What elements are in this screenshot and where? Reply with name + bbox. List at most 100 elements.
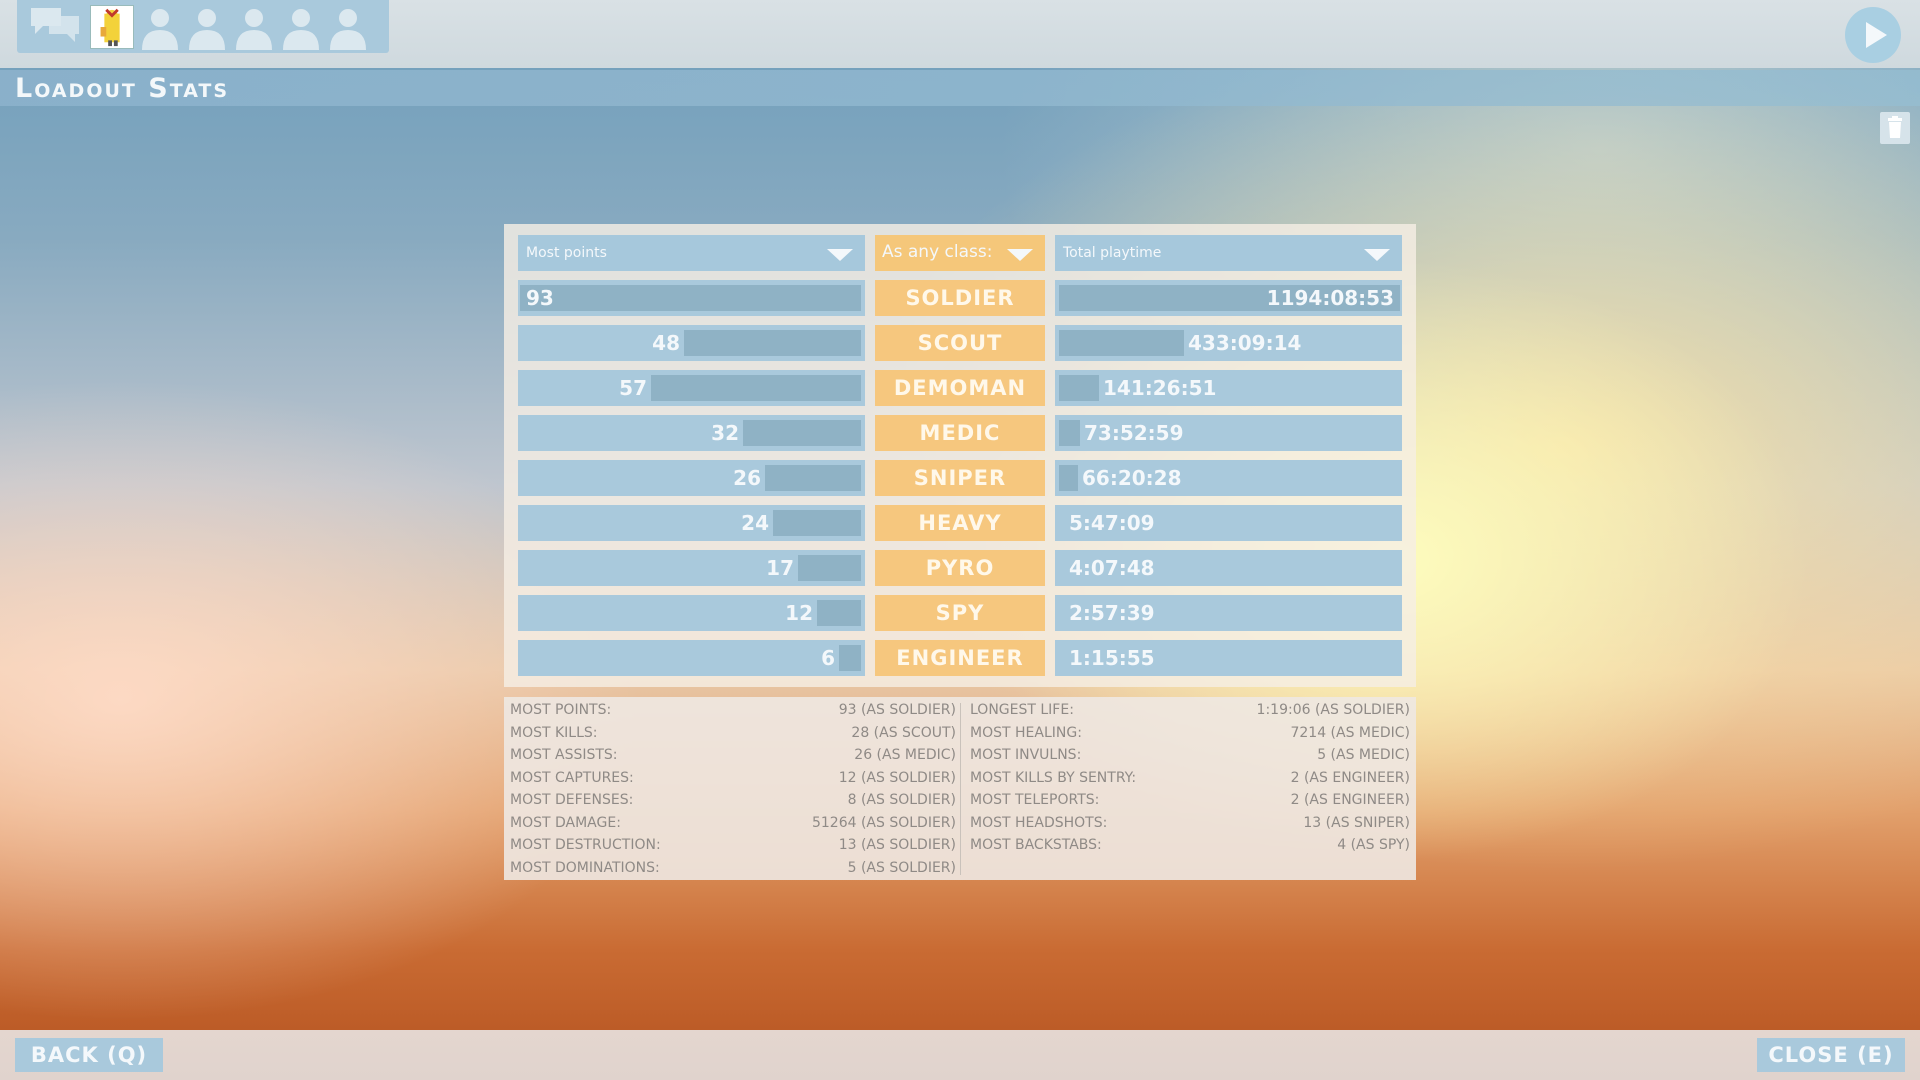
class-label[interactable]: SNIPER bbox=[875, 460, 1045, 496]
playtime-value: 433:09:14 bbox=[1188, 331, 1302, 355]
record-row: MOST BACKSTABS: 4 (AS SPY) bbox=[970, 835, 1410, 855]
chevron-down-icon bbox=[827, 249, 853, 261]
empty-party-slot-icon[interactable] bbox=[234, 4, 274, 50]
play-button[interactable] bbox=[1845, 7, 1901, 63]
record-row: MOST DOMINATIONS: 5 (AS SOLDIER) bbox=[510, 858, 956, 878]
record-label: MOST POINTS: bbox=[510, 702, 612, 718]
empty-party-slot-icon[interactable] bbox=[140, 4, 180, 50]
empty-party-slot-icon[interactable] bbox=[328, 4, 368, 50]
class-label[interactable]: SOLDIER bbox=[875, 280, 1045, 316]
record-label: MOST INVULNS: bbox=[970, 747, 1082, 763]
record-value: 13 (AS SNIPER) bbox=[1303, 814, 1410, 831]
playtime-value: 4:07:48 bbox=[1069, 556, 1155, 580]
points-row: 17 bbox=[518, 550, 865, 586]
playtime-value: 73:52:59 bbox=[1084, 421, 1184, 445]
record-label: MOST DOMINATIONS: bbox=[510, 859, 660, 876]
playtime-bar bbox=[1059, 330, 1184, 356]
points-row: 26 bbox=[518, 460, 865, 496]
points-bar bbox=[817, 600, 861, 626]
chat-icon[interactable] bbox=[29, 4, 81, 48]
record-label: MOST DAMAGE: bbox=[510, 814, 621, 831]
class-label[interactable]: PYRO bbox=[875, 550, 1045, 586]
chevron-down-icon bbox=[1007, 249, 1033, 261]
record-label: MOST BACKSTABS: bbox=[970, 837, 1102, 853]
record-value: 4 (AS SPY) bbox=[1337, 837, 1410, 853]
playtime-row: 2:57:39 bbox=[1055, 595, 1402, 631]
class-filter-label: As any class: bbox=[882, 242, 993, 262]
points-value: 32 bbox=[711, 421, 739, 445]
record-row: MOST POINTS: 93 (AS SOLDIER) bbox=[510, 700, 956, 720]
reset-stats-button[interactable] bbox=[1880, 112, 1910, 144]
loadout-stats-panel: Most points As any class: Total playtime… bbox=[504, 224, 1416, 687]
class-label[interactable]: ENGINEER bbox=[875, 640, 1045, 676]
record-label: MOST KILLS: bbox=[510, 724, 598, 741]
points-bar bbox=[743, 420, 861, 446]
empty-party-slot-icon[interactable] bbox=[281, 4, 321, 50]
points-bar bbox=[839, 645, 861, 671]
class-label[interactable]: SCOUT bbox=[875, 325, 1045, 361]
record-label: MOST TELEPORTS: bbox=[970, 792, 1100, 808]
record-label: MOST CAPTURES: bbox=[510, 769, 634, 786]
record-row: MOST KILLS: 28 (AS SCOUT) bbox=[510, 723, 956, 743]
playtime-bar bbox=[1059, 465, 1078, 491]
playtime-value: 66:20:28 bbox=[1082, 466, 1182, 490]
class-filter-dropdown[interactable]: As any class: bbox=[875, 235, 1045, 271]
empty-party-slot-icon[interactable] bbox=[187, 4, 227, 50]
top-bar bbox=[0, 0, 1920, 68]
trash-icon bbox=[1888, 116, 1902, 138]
record-row: MOST ASSISTS: 26 (AS MEDIC) bbox=[510, 745, 956, 765]
points-bar bbox=[651, 375, 861, 401]
record-value: 5 (AS MEDIC) bbox=[1317, 747, 1410, 763]
record-value: 5 (AS SOLDIER) bbox=[847, 859, 956, 876]
record-value: 26 (AS MEDIC) bbox=[854, 747, 956, 763]
record-value: 2 (AS ENGINEER) bbox=[1290, 792, 1410, 808]
record-row: MOST INVULNS: 5 (AS MEDIC) bbox=[970, 745, 1410, 765]
points-value: 93 bbox=[526, 286, 554, 310]
points-value: 17 bbox=[766, 556, 794, 580]
record-value: 7214 (AS MEDIC) bbox=[1290, 724, 1410, 741]
playtime-row: 5:47:09 bbox=[1055, 505, 1402, 541]
playtime-row: 1194:08:53 bbox=[1055, 280, 1402, 316]
back-button[interactable]: BACK (Q) bbox=[15, 1038, 163, 1072]
left-metric-label: Most points bbox=[526, 245, 607, 261]
class-label[interactable]: SPY bbox=[875, 595, 1045, 631]
right-metric-dropdown[interactable]: Total playtime bbox=[1055, 235, 1402, 271]
record-label: MOST DESTRUCTION: bbox=[510, 837, 661, 853]
record-value: 12 (AS SOLDIER) bbox=[838, 769, 956, 786]
records-divider bbox=[960, 703, 961, 875]
class-label[interactable]: HEAVY bbox=[875, 505, 1045, 541]
class-label[interactable]: MEDIC bbox=[875, 415, 1045, 451]
playtime-row: 141:26:51 bbox=[1055, 370, 1402, 406]
points-value: 24 bbox=[741, 511, 769, 535]
points-bar bbox=[798, 555, 861, 581]
points-value: 48 bbox=[652, 331, 680, 355]
right-metric-label: Total playtime bbox=[1063, 245, 1162, 261]
record-row: MOST DAMAGE: 51264 (AS SOLDIER) bbox=[510, 813, 956, 833]
points-value: 6 bbox=[821, 646, 835, 670]
points-row: 24 bbox=[518, 505, 865, 541]
points-row: 32 bbox=[518, 415, 865, 451]
record-row: MOST HEADSHOTS: 13 (AS SNIPER) bbox=[970, 813, 1410, 833]
record-value: 93 (AS SOLDIER) bbox=[838, 702, 956, 718]
player-avatar[interactable] bbox=[90, 5, 134, 49]
record-value: 51264 (AS SOLDIER) bbox=[811, 814, 956, 831]
playtime-value: 1:15:55 bbox=[1069, 646, 1155, 670]
record-row: MOST TELEPORTS: 2 (AS ENGINEER) bbox=[970, 790, 1410, 810]
record-label: MOST DEFENSES: bbox=[510, 792, 634, 808]
record-value: 1:19:06 (AS SOLDIER) bbox=[1256, 702, 1410, 718]
playtime-row: 4:07:48 bbox=[1055, 550, 1402, 586]
record-label: MOST HEALING: bbox=[970, 724, 1082, 741]
playtime-value: 141:26:51 bbox=[1103, 376, 1217, 400]
record-row: MOST DEFENSES: 8 (AS SOLDIER) bbox=[510, 790, 956, 810]
record-value: 2 (AS ENGINEER) bbox=[1290, 769, 1410, 786]
record-value: 13 (AS SOLDIER) bbox=[838, 837, 956, 853]
playtime-row: 66:20:28 bbox=[1055, 460, 1402, 496]
close-button[interactable]: CLOSE (E) bbox=[1757, 1038, 1905, 1072]
points-row: 57 bbox=[518, 370, 865, 406]
left-metric-dropdown[interactable]: Most points bbox=[518, 235, 865, 271]
points-row: 93 bbox=[518, 280, 865, 316]
class-label[interactable]: DEMOMAN bbox=[875, 370, 1045, 406]
record-label: MOST KILLS BY SENTRY: bbox=[970, 769, 1137, 786]
record-row: MOST DESTRUCTION: 13 (AS SOLDIER) bbox=[510, 835, 956, 855]
record-row: MOST HEALING: 7214 (AS MEDIC) bbox=[970, 723, 1410, 743]
